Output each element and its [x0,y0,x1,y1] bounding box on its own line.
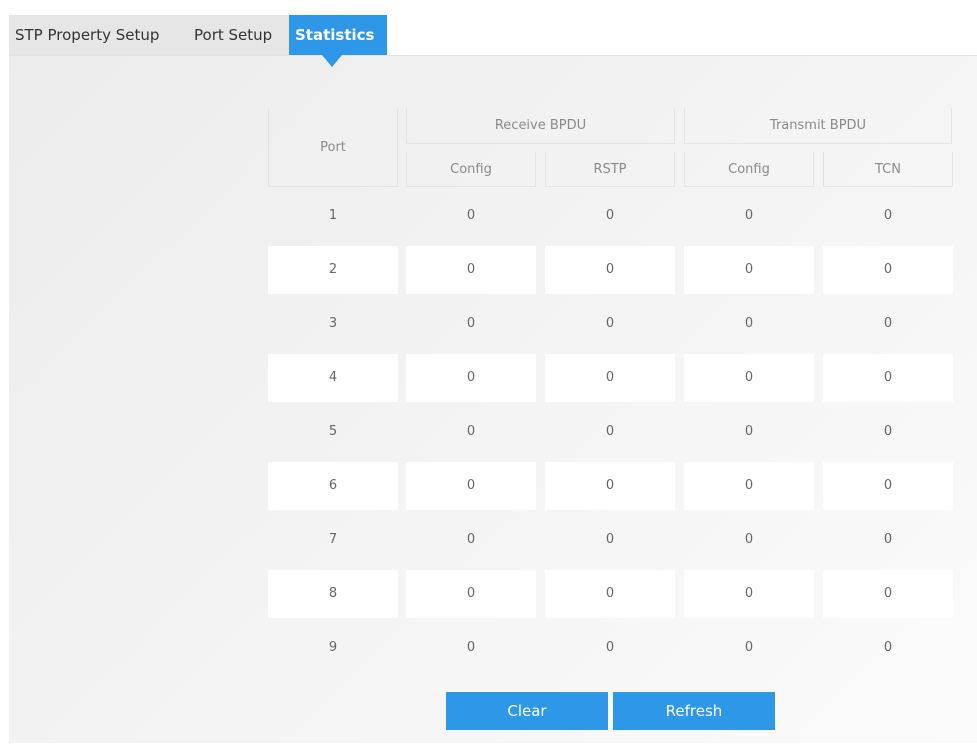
receive-rstp-cell: 0 [545,354,675,402]
transmit-config-cell: 0 [684,354,814,402]
receive-config-cell: 0 [466,532,476,547]
receive-config-cell: 0 [406,570,536,618]
transmit-tcn-cell: 0 [883,640,893,655]
port-column-header: Port [268,108,398,187]
transmit-config-cell: 0 [744,532,754,547]
receive-config-cell: 0 [466,424,476,439]
receive-rstp-cell: 0 [545,246,675,294]
port-cell: 6 [268,462,398,510]
receive-rstp-cell: 0 [605,532,615,547]
transmit-tcn-cell: 0 [823,246,953,294]
receive-rstp-cell: 0 [605,316,615,331]
port-cell: 4 [268,354,398,402]
receive-config-cell: 0 [406,462,536,510]
transmit-tcn-cell: 0 [823,462,953,510]
tab-stp-property-setup[interactable]: STP Property Setup [9,15,199,55]
receive-rstp-header: RSTP [545,152,675,187]
receive-rstp-cell: 0 [545,462,675,510]
refresh-button[interactable]: Refresh [613,692,775,730]
transmit-bpdu-header: Transmit BPDU [684,108,952,144]
port-cell: 8 [268,570,398,618]
receive-config-cell: 0 [466,640,476,655]
receive-config-cell: 0 [466,208,476,223]
transmit-tcn-cell: 0 [823,570,953,618]
transmit-config-cell: 0 [684,570,814,618]
tab-port-setup[interactable]: Port Setup [188,15,300,55]
receive-rstp-cell: 0 [545,570,675,618]
transmit-tcn-cell: 0 [823,354,953,402]
transmit-config-cell: 0 [684,246,814,294]
transmit-tcn-cell: 0 [883,424,893,439]
transmit-config-cell: 0 [744,208,754,223]
port-cell: 5 [328,424,338,439]
transmit-config-cell: 0 [744,424,754,439]
port-cell: 9 [328,640,338,655]
receive-rstp-cell: 0 [605,640,615,655]
receive-rstp-cell: 0 [605,424,615,439]
transmit-config-header: Config [684,152,814,187]
transmit-config-cell: 0 [744,640,754,655]
tab-bar: STP Property Setup Port Setup Statistics [9,9,977,67]
transmit-tcn-cell: 0 [883,532,893,547]
port-cell: 2 [268,246,398,294]
transmit-tcn-cell: 0 [883,208,893,223]
receive-rstp-cell: 0 [605,208,615,223]
port-cell: 1 [328,208,338,223]
transmit-config-cell: 0 [744,316,754,331]
transmit-tcn-cell: 0 [883,316,893,331]
port-cell: 3 [328,316,338,331]
receive-bpdu-header: Receive BPDU [406,108,675,144]
transmit-tcn-header: TCN [823,152,953,187]
receive-config-cell: 0 [406,246,536,294]
receive-config-cell: 0 [466,316,476,331]
tab-statistics[interactable]: Statistics [289,15,387,67]
receive-config-cell: 0 [406,354,536,402]
port-cell: 7 [328,532,338,547]
transmit-config-cell: 0 [684,462,814,510]
clear-button[interactable]: Clear [446,692,608,730]
receive-config-header: Config [406,152,536,187]
